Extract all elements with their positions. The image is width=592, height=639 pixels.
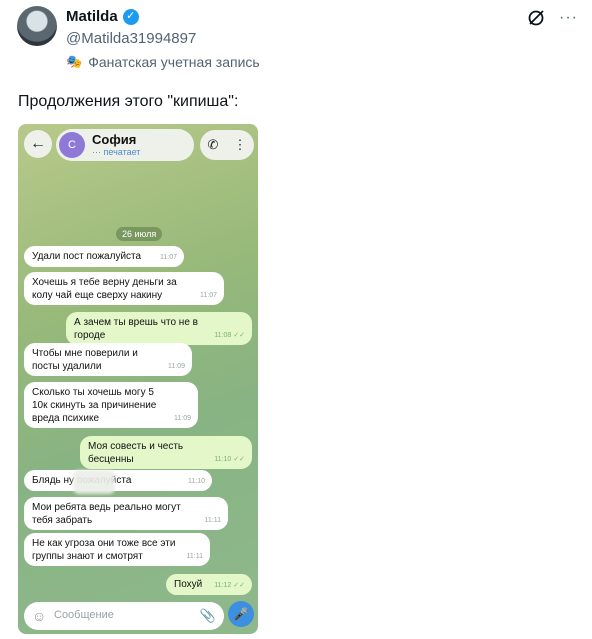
- composer: ☺ Сообщение 📎: [24, 602, 224, 630]
- incoming-message: Хочешь я тебе верну деньги за колу чай е…: [24, 272, 224, 305]
- contact-avatar: С: [59, 132, 85, 158]
- redaction-blur: [73, 470, 115, 494]
- incoming-message: Не как угроза они тоже все эти группы зн…: [24, 533, 210, 566]
- display-name[interactable]: Matilda: [66, 8, 118, 25]
- outgoing-message: Моя совесть и честь бесценны 11:10 ✓✓: [80, 436, 252, 469]
- microphone-icon: 🎤: [228, 601, 254, 627]
- verified-badge-icon: ✓: [122, 8, 139, 25]
- message-text: Сколько ты хочешь могу 5 10к скинуть за …: [32, 387, 157, 424]
- more-icon[interactable]: ···: [559, 9, 578, 27]
- message-time: 11:07: [200, 292, 217, 299]
- outgoing-message: А зачем ты врешь что не в городе 11:08 ✓✓: [66, 312, 252, 345]
- back-arrow-icon: ←: [24, 130, 52, 158]
- message-time: 11:10: [188, 478, 205, 485]
- fan-account-text: Фанатская учетная запись: [88, 54, 260, 70]
- theater-mask-icon: 🎭: [66, 54, 83, 69]
- incoming-message: Мои ребята ведь реально могут тебя забра…: [24, 497, 228, 530]
- incoming-message: Блядь ну пожалуйста11:10: [24, 470, 212, 491]
- message-text: Хочешь я тебе верну деньги за колу чай е…: [32, 277, 177, 301]
- incoming-message: Удали пост пожалуйста 11:07: [24, 246, 184, 267]
- message-time: 11:12 ✓✓: [214, 582, 245, 589]
- message-time: 11:10 ✓✓: [214, 456, 245, 463]
- date-separator: 26 июля: [116, 227, 163, 241]
- chat-actions: ✆ ⋮: [200, 130, 254, 160]
- smile-icon: ☺: [32, 608, 47, 624]
- slash-circle-icon[interactable]: [527, 9, 545, 27]
- incoming-message: Чтобы мне поверили и посты удалили 11:09: [24, 343, 192, 376]
- author-name-row[interactable]: Matilda ✓: [66, 8, 139, 25]
- handle[interactable]: @Matilda31994897: [66, 30, 196, 47]
- contact-pill: С София ··· печатает: [56, 129, 194, 161]
- message-text: Чтобы мне поверили и посты удалили: [32, 348, 138, 372]
- message-time: 11:11: [204, 517, 221, 524]
- message-text: Похуй: [174, 579, 203, 590]
- message-text: Мои ребята ведь реально могут тебя забра…: [32, 502, 181, 526]
- avatar[interactable]: [17, 6, 57, 46]
- message-time: 11:09: [168, 363, 185, 370]
- message-text: Удали пост пожалуйста: [32, 251, 142, 262]
- tweet-actions: ···: [527, 9, 578, 27]
- phone-icon: ✆: [207, 137, 219, 152]
- message-time: 11:08 ✓✓: [214, 332, 245, 339]
- incoming-message: Сколько ты хочешь могу 5 10к скинуть за …: [24, 382, 198, 428]
- attached-image[interactable]: ← С София ··· печатает ✆ ⋮ 26 июля Удали…: [18, 124, 258, 634]
- paperclip-icon: 📎: [199, 608, 216, 623]
- contact-status: ··· печатает: [92, 147, 141, 157]
- message-time: 11:11: [186, 553, 203, 560]
- message-text: Моя совесть и честь бесценны: [88, 441, 184, 465]
- contact-name: София: [92, 132, 137, 147]
- tweet-text: Продолжения этого "кипиша":: [18, 93, 239, 110]
- composer-placeholder: Сообщение: [54, 609, 114, 621]
- message-text: А зачем ты врешь что не в городе: [74, 317, 198, 341]
- message-time: 11:09: [174, 415, 191, 422]
- chat-header: ← С София ··· печатает ✆ ⋮: [22, 129, 254, 163]
- menu-dots-icon: ⋮: [233, 137, 247, 152]
- outgoing-message: Похуй 11:12 ✓✓: [166, 574, 252, 595]
- message-time: 11:07: [160, 254, 177, 261]
- message-text: Не как угроза они тоже все эти группы зн…: [32, 538, 176, 562]
- fan-account-label: 🎭 Фанатская учетная запись: [66, 54, 260, 70]
